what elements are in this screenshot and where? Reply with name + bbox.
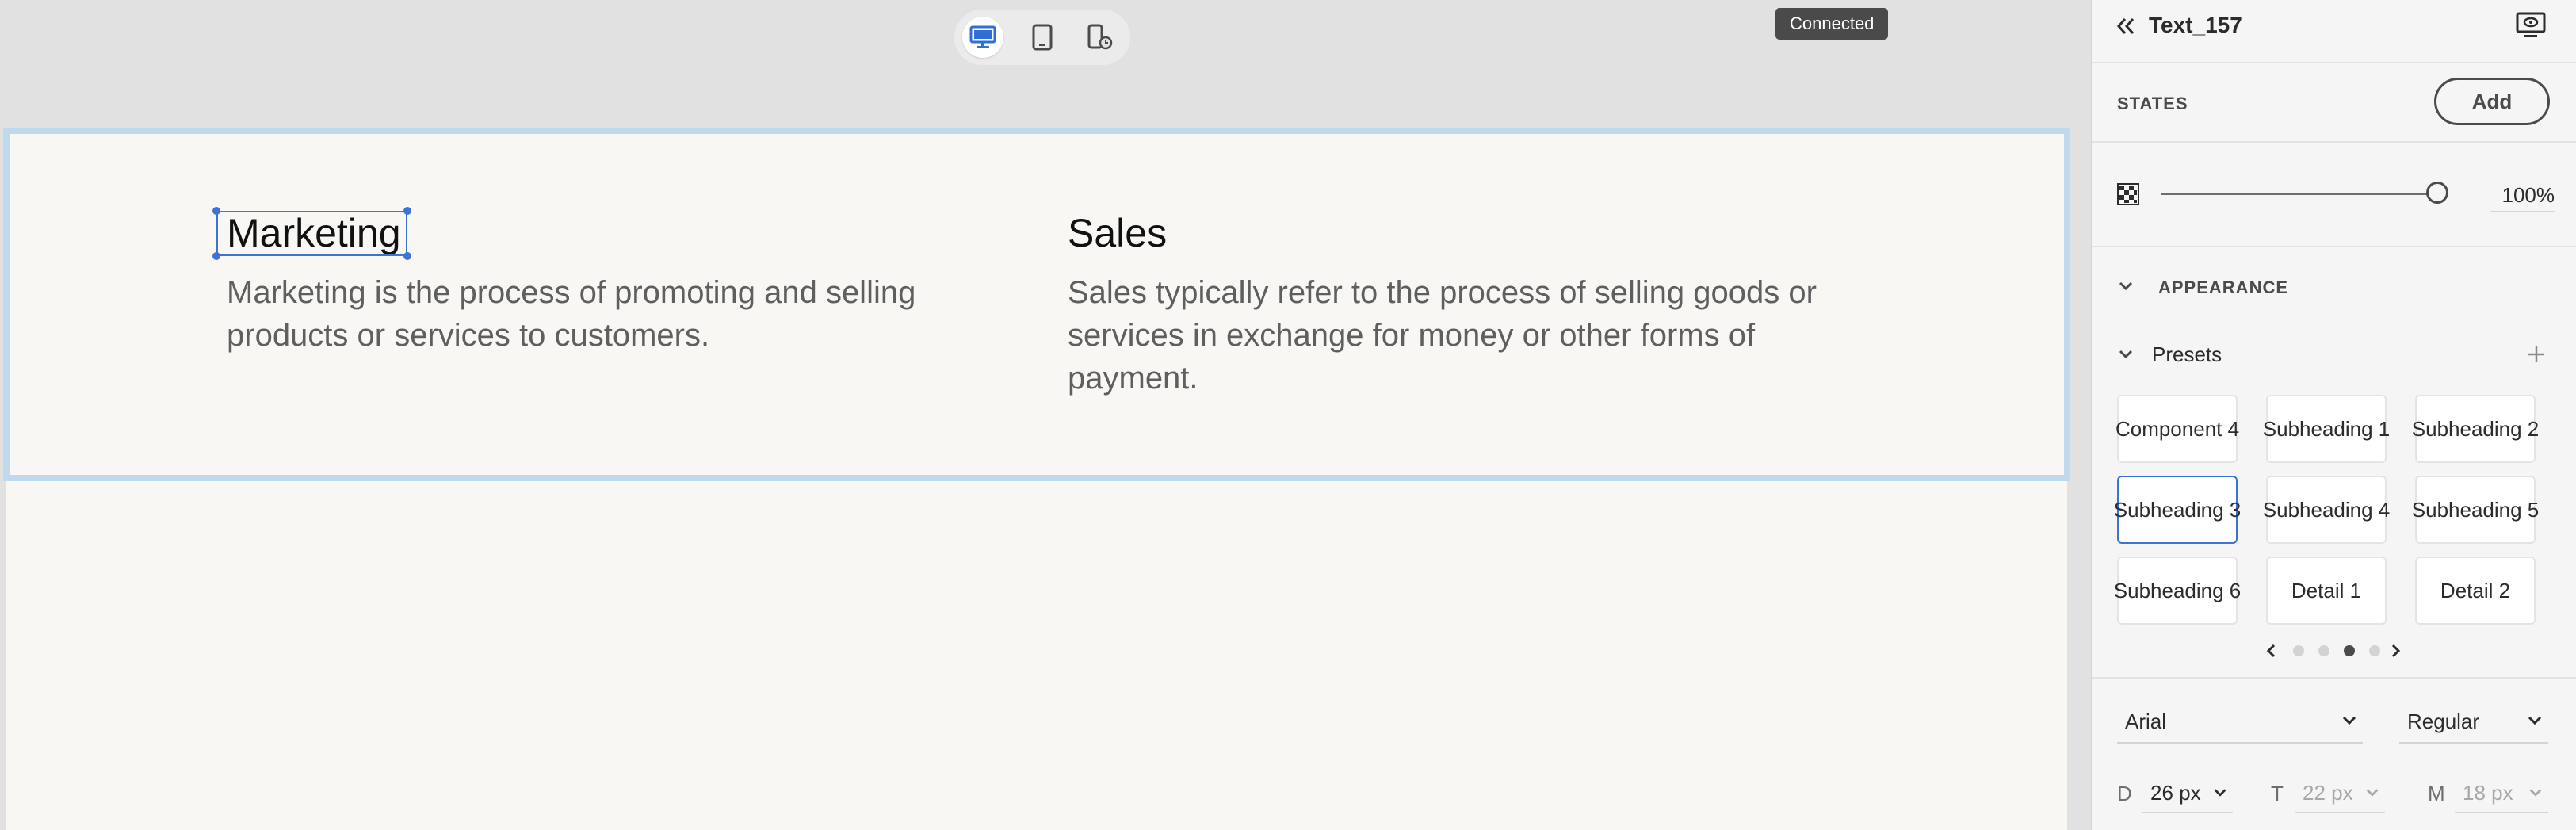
tablet-font-size-dropdown[interactable]: 22 px	[2295, 774, 2385, 813]
tablet-font-size-value: 22 px	[2303, 780, 2353, 805]
resize-handle-bottom-left[interactable]	[212, 252, 220, 260]
chevron-down-icon	[2366, 789, 2379, 797]
marketing-description[interactable]: Marketing is the process of promoting an…	[227, 271, 1027, 357]
divider	[2092, 677, 2576, 679]
collapse-panel-button[interactable]	[2114, 14, 2138, 42]
desktop-icon	[969, 25, 996, 48]
font-family-value: Arial	[2125, 709, 2167, 733]
chevron-down-icon[interactable]	[2117, 346, 2135, 363]
font-family-dropdown[interactable]: Arial	[2117, 701, 2363, 744]
preset-card[interactable]: Subheading 6	[2114, 557, 2241, 625]
phone-rotate-icon	[1087, 24, 1113, 50]
desktop-size-label: D	[2117, 782, 2132, 805]
connection-status-badge: Connected	[1775, 8, 1889, 40]
preset-page-dot[interactable]	[2344, 645, 2355, 656]
properties-panel: Text_157 STATES Add 100% APPEARANCE Pres…	[2091, 0, 2576, 830]
text-selection-box	[216, 211, 407, 256]
divider	[2092, 141, 2576, 143]
preset-card[interactable]: Subheading 3	[2114, 476, 2241, 544]
canvas-area[interactable]: Connected Marketing Marketing is the pro…	[0, 0, 2091, 830]
mobile-size-label: M	[2428, 782, 2445, 805]
resize-handle-top-right[interactable]	[403, 207, 411, 215]
preset-page-dot[interactable]	[2369, 645, 2380, 656]
preset-card[interactable]: Detail 1	[2266, 557, 2387, 625]
chevron-left-icon[interactable]	[2263, 642, 2280, 660]
chevron-right-icon[interactable]	[2387, 642, 2404, 660]
sales-heading[interactable]: Sales	[1068, 209, 1167, 257]
divider	[2092, 246, 2576, 247]
tablet-icon	[1032, 24, 1053, 51]
desktop-font-size-value: 26 px	[2150, 780, 2201, 805]
preset-card[interactable]: Detail 2	[2415, 557, 2536, 625]
opacity-slider-thumb[interactable]	[2426, 182, 2448, 204]
mobile-font-size-dropdown[interactable]: 18 px	[2455, 774, 2548, 813]
sales-description[interactable]: Sales typically refer to the process of …	[1068, 271, 1860, 400]
preset-card[interactable]: Subheading 2	[2412, 395, 2539, 463]
preset-card[interactable]: Component 4	[2115, 395, 2239, 463]
tablet-size-label: T	[2271, 782, 2284, 805]
divider	[2092, 62, 2576, 63]
opacity-value-field[interactable]: 100%	[2490, 179, 2555, 212]
chevron-down-icon	[2529, 789, 2542, 797]
preview-button[interactable]	[2515, 11, 2547, 44]
preset-page-dot[interactable]	[2318, 645, 2329, 656]
preview-screen-icon	[2516, 12, 2546, 37]
device-preview-toolbar	[954, 10, 1130, 65]
chevron-down-icon	[2342, 716, 2356, 725]
preset-card[interactable]: Subheading 1	[2263, 395, 2390, 463]
desktop-preview-button[interactable]	[962, 17, 1003, 58]
element-name: Text_157	[2149, 13, 2242, 37]
presets-label: Presets	[2152, 342, 2222, 366]
desktop-font-size-dropdown[interactable]: 26 px	[2142, 774, 2233, 813]
font-weight-dropdown[interactable]: Regular	[2399, 701, 2548, 744]
appearance-label: APPEARANCE	[2158, 277, 2289, 297]
opacity-checkerboard-icon	[2117, 183, 2139, 205]
resize-handle-top-left[interactable]	[212, 207, 220, 215]
add-state-button[interactable]: Add	[2434, 78, 2550, 125]
opacity-slider-track[interactable]	[2161, 193, 2437, 195]
font-weight-value: Regular	[2407, 709, 2480, 733]
double-chevron-left-icon	[2116, 18, 2135, 34]
preset-page-dot[interactable]	[2293, 645, 2304, 656]
add-preset-icon[interactable]	[2526, 344, 2547, 365]
chevron-down-icon	[2214, 789, 2226, 797]
mobile-font-size-value: 18 px	[2463, 780, 2513, 805]
resize-handle-bottom-right[interactable]	[403, 252, 411, 260]
states-label: STATES	[2117, 94, 2188, 113]
phone-preview-button[interactable]	[1080, 17, 1121, 58]
preset-card[interactable]: Subheading 5	[2412, 476, 2539, 544]
chevron-down-icon[interactable]	[2117, 277, 2135, 295]
panel-header: Text_157	[2092, 0, 2576, 62]
preset-card[interactable]: Subheading 4	[2263, 476, 2390, 544]
chevron-down-icon	[2528, 716, 2542, 725]
tablet-preview-button[interactable]	[1022, 17, 1063, 58]
